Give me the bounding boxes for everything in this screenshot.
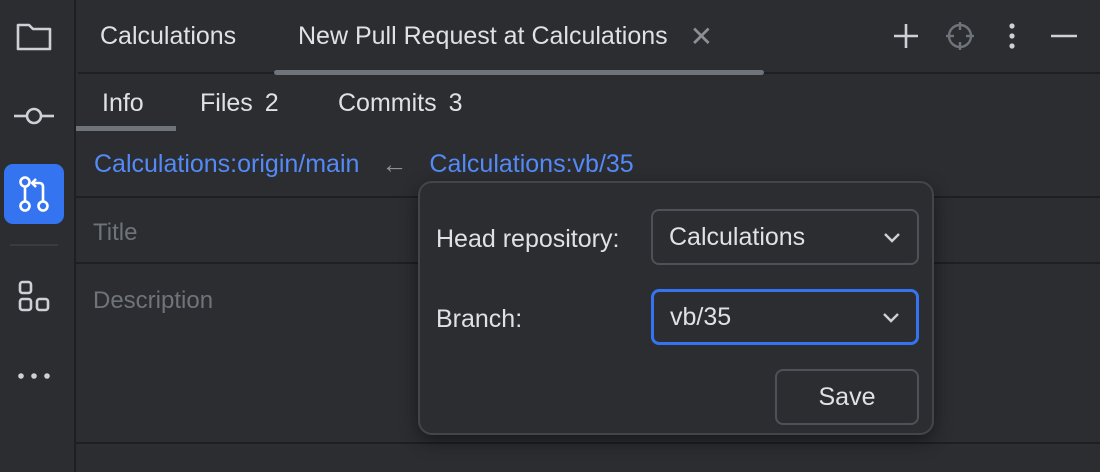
- active-subtab-underline: [76, 126, 176, 131]
- branch-selector-row: Calculations:origin/main ← Calculations:…: [94, 145, 634, 183]
- base-branch-link[interactable]: Calculations:origin/main: [94, 150, 359, 179]
- add-icon: [894, 24, 918, 48]
- commit-tool-button[interactable]: [4, 86, 64, 146]
- strip-separator: [10, 244, 58, 246]
- tab-new-pull-request[interactable]: New Pull Request at Calculations ✕: [298, 0, 713, 72]
- chevron-down-icon: [884, 233, 900, 243]
- branch-label: Branch:: [436, 305, 523, 333]
- chevron-down-icon: [883, 313, 899, 323]
- minimize-button[interactable]: [1042, 14, 1086, 58]
- minimize-icon: [1051, 34, 1077, 38]
- subtab-label: Info: [102, 88, 144, 117]
- commit-icon: [14, 107, 54, 125]
- save-button[interactable]: Save: [775, 369, 919, 425]
- subtab-label: Commits: [338, 88, 437, 117]
- branch-combo[interactable]: vb/35: [651, 289, 919, 345]
- folder-icon: [16, 23, 52, 51]
- head-repository-label: Head repository:: [436, 225, 620, 253]
- files-count: 2: [264, 88, 279, 117]
- subtab-info[interactable]: Info: [102, 76, 144, 130]
- add-button[interactable]: [884, 14, 928, 58]
- vertical-dots-icon: [1009, 23, 1015, 49]
- tab-bar: Calculations New Pull Request at Calcula…: [78, 0, 1100, 75]
- title-input[interactable]: Title: [93, 219, 137, 247]
- pull-request-icon: [19, 176, 49, 212]
- target-icon: [946, 22, 974, 50]
- description-input[interactable]: Description: [93, 287, 213, 315]
- locate-button[interactable]: [938, 14, 982, 58]
- head-repository-combo[interactable]: Calculations: [651, 209, 919, 265]
- subtab-bar: Info Files 2 Commits 3: [78, 76, 1100, 132]
- more-icon: [18, 373, 50, 379]
- app-window: Calculations New Pull Request at Calcula…: [0, 0, 1100, 472]
- subtab-commits[interactable]: Commits 3: [338, 76, 463, 130]
- branch-value: vb/35: [670, 302, 732, 331]
- tab-label: Calculations: [100, 21, 237, 50]
- tab-label: New Pull Request at Calculations: [298, 21, 668, 50]
- pull-requests-tool-button[interactable]: [4, 164, 64, 224]
- commits-count: 3: [448, 88, 463, 117]
- structure-tool-button[interactable]: [4, 266, 64, 326]
- tool-window-strip: [0, 0, 76, 472]
- active-tab-underline: [274, 70, 764, 75]
- subtab-label: Files: [200, 88, 253, 117]
- structure-icon: [18, 280, 50, 312]
- tab-calculations[interactable]: Calculations: [100, 0, 236, 72]
- more-tools-button[interactable]: [4, 346, 64, 406]
- head-repository-value: Calculations: [669, 222, 806, 251]
- options-button[interactable]: [990, 14, 1034, 58]
- save-button-label: Save: [818, 382, 876, 411]
- close-icon[interactable]: ✕: [690, 20, 713, 53]
- divider: [76, 442, 1100, 444]
- project-tool-button[interactable]: [4, 6, 64, 66]
- head-branch-popup: Head repository: Calculations Branch: vb…: [418, 181, 934, 435]
- subtab-files[interactable]: Files 2: [200, 76, 279, 130]
- head-branch-link[interactable]: Calculations:vb/35: [429, 150, 633, 179]
- left-arrow-icon: ←: [381, 148, 408, 179]
